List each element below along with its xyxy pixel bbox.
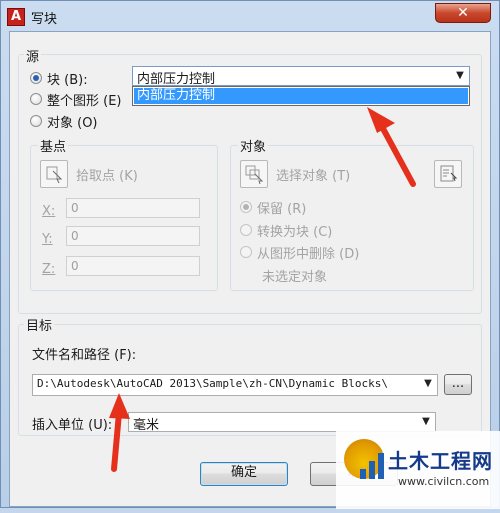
file-path-label: 文件名和路径 (F): bbox=[32, 348, 137, 363]
dropdown-item-selected[interactable]: 内部压力控制 bbox=[134, 88, 468, 104]
insert-units-combo[interactable]: 毫米 ▼ bbox=[128, 412, 436, 433]
objects-group-label: 对象 bbox=[238, 136, 269, 155]
y-input[interactable]: 0 bbox=[66, 226, 200, 246]
block-name-dropdown: 内部压力控制 bbox=[132, 86, 470, 106]
pick-point-label: 拾取点 (K) bbox=[76, 169, 138, 184]
objects-radio-label[interactable]: 对象 (O) bbox=[47, 112, 98, 131]
chevron-down-icon[interactable]: ▼ bbox=[421, 377, 435, 391]
block-radio[interactable] bbox=[30, 72, 42, 84]
z-input[interactable]: 0 bbox=[66, 256, 200, 276]
select-objects-label: 选择对象 (T) bbox=[276, 169, 351, 184]
entire-drawing-label[interactable]: 整个图形 (E) bbox=[47, 90, 122, 109]
quick-select-icon[interactable] bbox=[434, 160, 462, 188]
file-path-combo[interactable]: D:\Autodesk\AutoCAD 2013\Sample\zh-CN\Dy… bbox=[32, 374, 438, 396]
autocad-app-icon: A bbox=[7, 8, 25, 26]
watermark-url: www.civilcn.com bbox=[398, 475, 490, 488]
y-label: Y: bbox=[42, 232, 53, 247]
insert-units-label: 插入单位 (U): bbox=[32, 418, 113, 433]
destination-label: 目标 bbox=[24, 315, 55, 334]
file-path-value: D:\Autodesk\AutoCAD 2013\Sample\zh-CN\Dy… bbox=[37, 377, 388, 390]
write-block-dialog: A 写块 ✕ 源 块 (B): 整个图形 (E) 对象 (O) 内部压力控制 ▼… bbox=[0, 0, 500, 509]
retain-radio[interactable] bbox=[240, 201, 252, 213]
window-title: 写块 bbox=[31, 12, 58, 27]
site-watermark: 土木工程网 www.civilcn.com bbox=[336, 431, 500, 509]
close-button[interactable]: ✕ bbox=[435, 3, 491, 23]
entire-drawing-radio[interactable] bbox=[30, 93, 42, 105]
block-name-value: 内部压力控制 bbox=[137, 72, 216, 87]
block-radio-label[interactable]: 块 (B): bbox=[47, 69, 88, 88]
source-group-label: 源 bbox=[24, 46, 42, 65]
x-label: X: bbox=[42, 204, 56, 219]
chevron-down-icon[interactable]: ▼ bbox=[453, 69, 467, 83]
delete-label: 从图形中删除 (D) bbox=[257, 247, 360, 262]
pick-point-icon[interactable] bbox=[40, 160, 68, 188]
browse-button[interactable]: ... bbox=[444, 374, 472, 395]
base-point-label: 基点 bbox=[38, 136, 69, 155]
watermark-logo-icon bbox=[344, 439, 384, 479]
retain-label: 保留 (R) bbox=[257, 202, 307, 217]
block-name-combo[interactable]: 内部压力控制 ▼ bbox=[132, 66, 470, 87]
insert-units-value: 毫米 bbox=[133, 418, 160, 433]
chevron-down-icon[interactable]: ▼ bbox=[419, 415, 433, 429]
title-bar: A 写块 ✕ bbox=[1, 1, 499, 31]
delete-radio[interactable] bbox=[240, 246, 252, 258]
objects-radio[interactable] bbox=[30, 115, 42, 127]
convert-radio[interactable] bbox=[240, 224, 252, 236]
z-label: Z: bbox=[42, 262, 56, 277]
selection-status: 未选定对象 bbox=[262, 270, 328, 285]
watermark-title: 土木工程网 bbox=[388, 449, 493, 473]
x-input[interactable]: 0 bbox=[66, 198, 200, 218]
select-objects-icon[interactable] bbox=[240, 160, 268, 188]
ok-button[interactable]: 确定 bbox=[200, 462, 288, 486]
convert-label: 转换为块 (C) bbox=[257, 225, 333, 240]
